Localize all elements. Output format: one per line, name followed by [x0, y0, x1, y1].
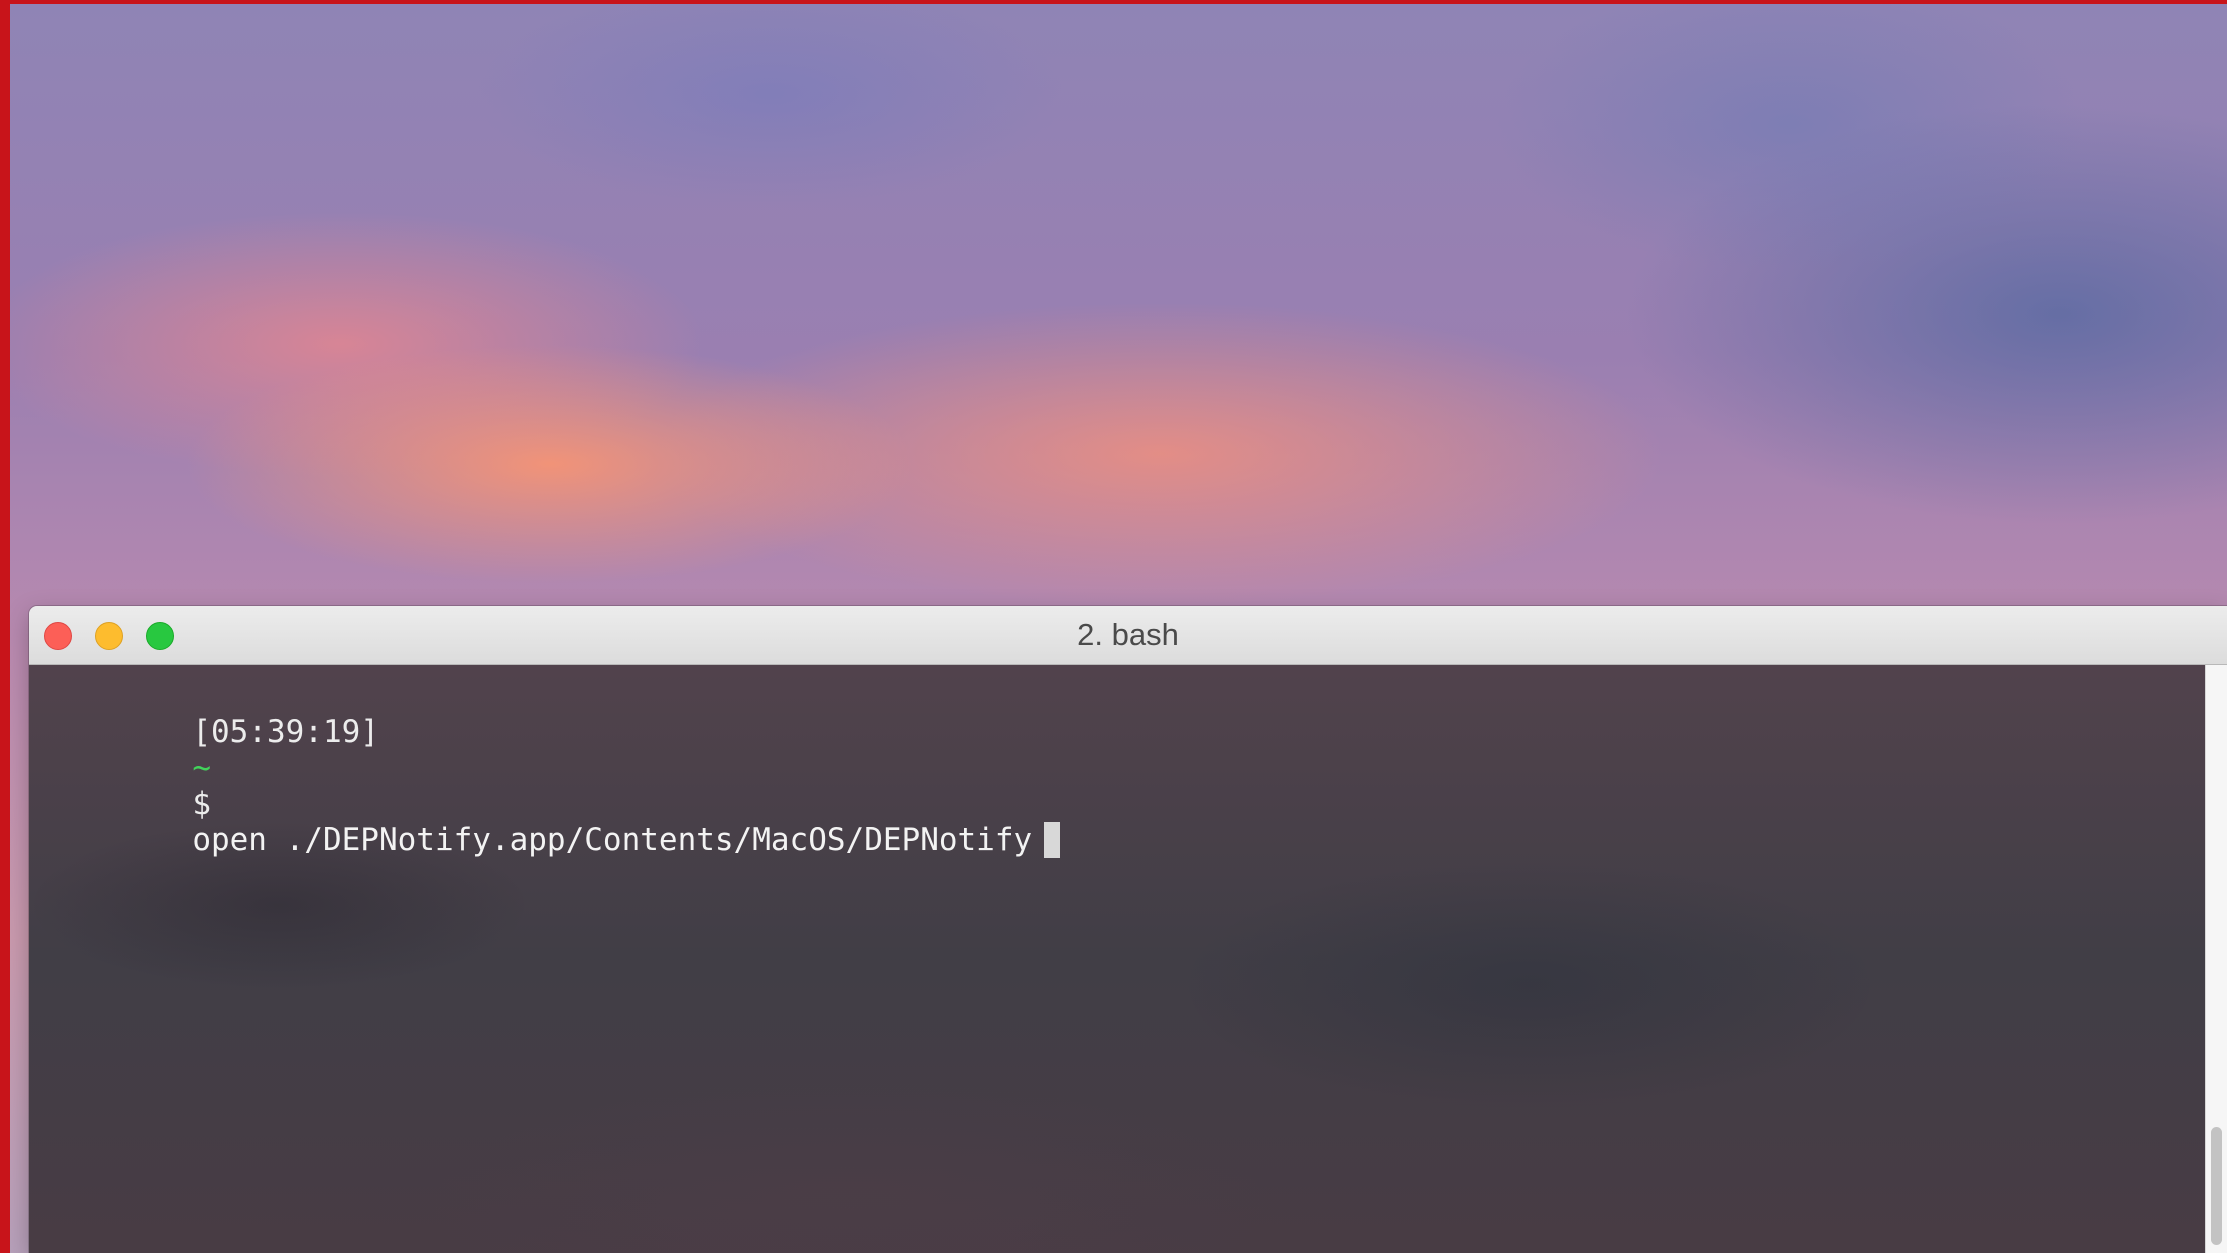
- text-cursor: [1044, 822, 1061, 858]
- window-titlebar[interactable]: 2. bash: [29, 606, 2227, 665]
- prompt-line: [05:39:19] ~ $ open ./DEPNotify.app/Cont…: [43, 678, 1061, 894]
- desktop-screen: 2. bash [05:39:19] ~ $ open ./DEPNotify.…: [10, 4, 2227, 1253]
- prompt-symbol: $: [192, 786, 211, 822]
- terminal-output[interactable]: [05:39:19] ~ $ open ./DEPNotify.app/Cont…: [29, 665, 2227, 1253]
- prompt-directory: ~: [192, 750, 211, 786]
- terminal-window[interactable]: 2. bash [05:39:19] ~ $ open ./DEPNotify.…: [29, 606, 2227, 1253]
- prompt-timestamp: [05:39:19]: [192, 714, 379, 750]
- command-text: open ./DEPNotify.app/Contents/MacOS/DEPN…: [192, 822, 1033, 858]
- vertical-scrollbar[interactable]: [2205, 665, 2227, 1253]
- window-title: 2. bash: [1077, 617, 1179, 652]
- scrollbar-thumb[interactable]: [2211, 1127, 2222, 1245]
